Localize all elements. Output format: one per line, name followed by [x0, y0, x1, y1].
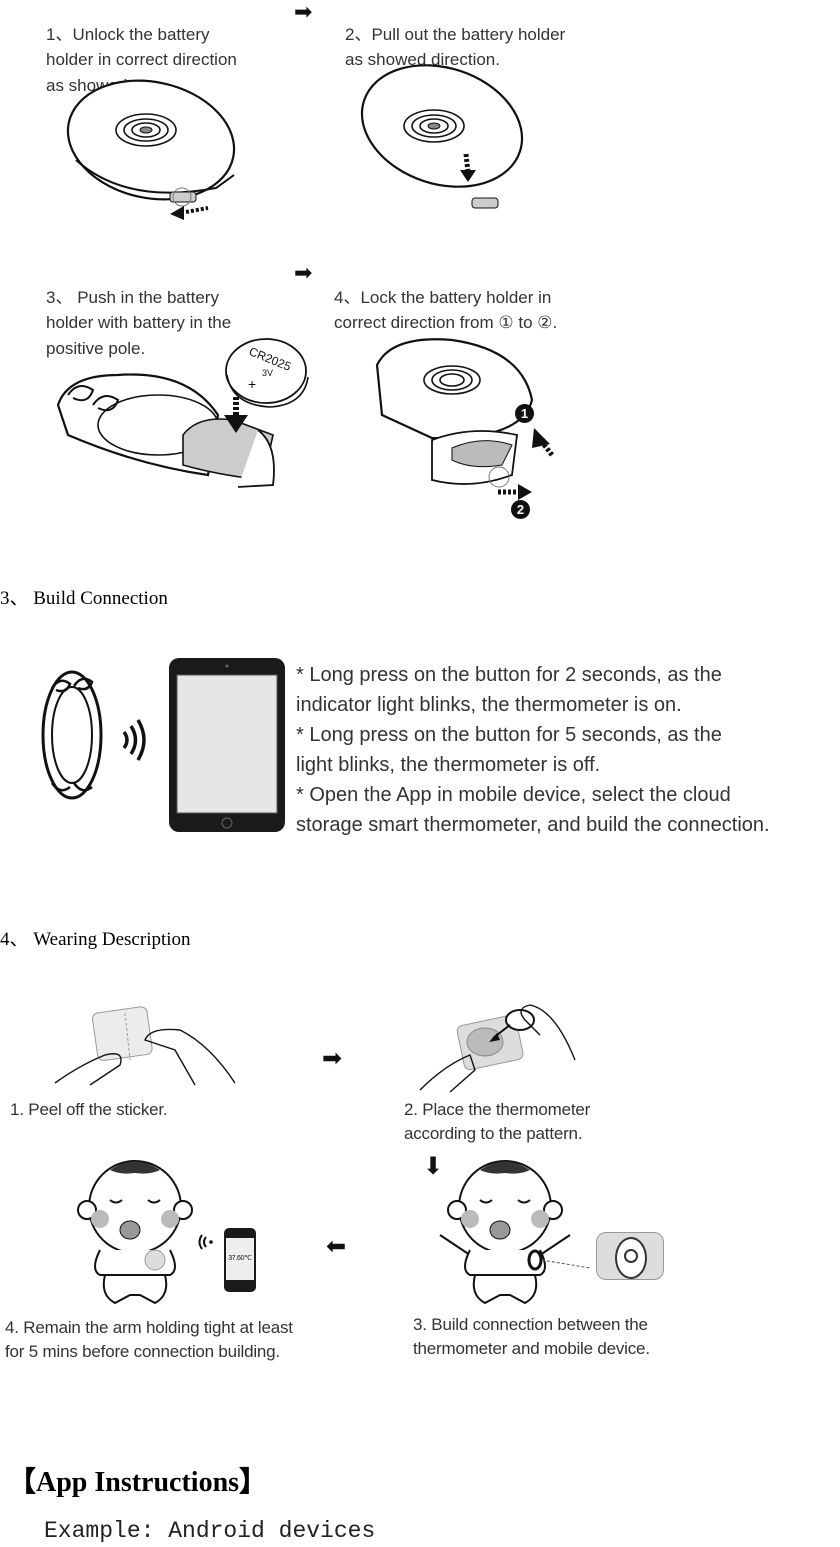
step-number: 3、 [46, 287, 73, 307]
step-number: 2、 [345, 24, 372, 44]
arrow-right-icon: ➡ [294, 260, 313, 285]
wearing-step-1: 1. Peel off the sticker. [10, 1100, 168, 1119]
arrow-right-icon: ➡ [322, 1046, 343, 1072]
section-heading-build-connection: 3、 Build Connection [0, 588, 168, 609]
connection-bullet-2: * Long press on the button for 5 seconds… [296, 724, 722, 776]
connection-bullet-3: * Open the App in mobile device, select … [296, 784, 770, 836]
phone-temperature-reading: 37.60℃ [226, 1238, 254, 1280]
device-pull-out-illustration [360, 64, 524, 209]
thermometer-device-icon [41, 670, 103, 800]
baby-wearing-illustration [77, 1160, 193, 1305]
wearing-step-4: 4. Remain the arm holding tight at least… [5, 1318, 293, 1361]
step-text: Lock the battery holder in correct direc… [334, 287, 558, 333]
step-number: 4、 [334, 287, 361, 307]
connection-bullet-1: * Long press on the button for 2 seconds… [296, 664, 722, 716]
smartphone-icon: 37.60℃ [224, 1228, 256, 1292]
battery-voltage-label: 3V [262, 368, 274, 378]
tablet-device-icon [169, 658, 285, 832]
wireless-signal-icon [122, 719, 146, 761]
thermometer-closeup-icon [596, 1232, 664, 1280]
arrow-left-icon: ⬅ [326, 1234, 347, 1260]
lock-marker-2: 2 [511, 500, 530, 519]
battery-step-4: 4、Lock the battery holder in correct dir… [334, 259, 557, 336]
baby-thermometer-illustration [439, 1160, 591, 1305]
step-text: Pull out the battery holder as showed di… [345, 24, 566, 70]
wearing-step-2: 2. Place the thermometer according to th… [404, 1100, 591, 1143]
place-thermometer-illustration [419, 1004, 576, 1093]
battery-step-2: 2、Pull out the battery holder as showed … [345, 0, 565, 73]
step-number: 1、 [46, 24, 73, 44]
wireless-signal-icon [198, 1234, 213, 1250]
device-unlock-illustration [66, 79, 236, 220]
app-instructions-subtitle: Example: Android devices [44, 1518, 376, 1544]
battery-polarity-label: + [248, 376, 257, 392]
peel-sticker-illustration [54, 1006, 236, 1086]
app-instructions-title: 【App Instructions】 [8, 1467, 268, 1498]
arrow-right-icon: ➡ [294, 0, 313, 24]
device-lock-illustration [375, 338, 554, 500]
section-heading-wearing-description: 4、 Wearing Description [0, 929, 191, 950]
wearing-step-3: 3. Build connection between the thermome… [413, 1315, 650, 1358]
lock-marker-1: 1 [515, 404, 534, 423]
